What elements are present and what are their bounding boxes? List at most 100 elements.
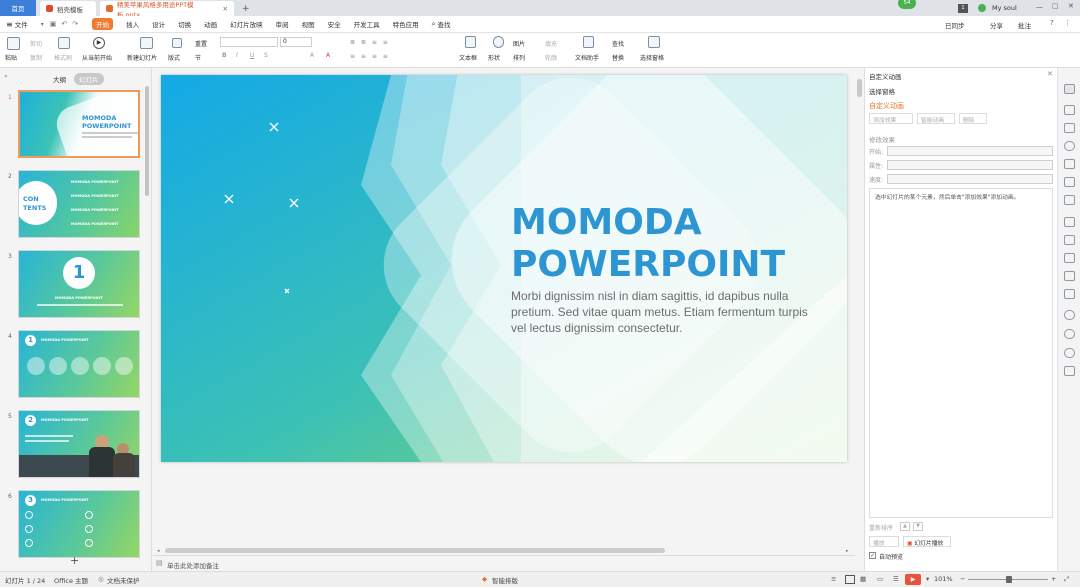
animation-list[interactable]: 选中幻灯片的某个元素，然后单击"添加效果"添加动画。	[869, 188, 1053, 518]
grid-icon[interactable]	[1064, 271, 1075, 281]
zoom-slider-thumb[interactable]	[1006, 576, 1012, 583]
doc-assistant-icon[interactable]	[583, 36, 594, 48]
add-effect-button[interactable]: 添加效果	[869, 113, 913, 124]
chevron-down-icon[interactable]: ▾	[41, 21, 44, 28]
slide-canvas[interactable]: MOMODA POWERPOINT Morbi dignissim nisl i…	[161, 75, 847, 462]
slide-thumbnail-2[interactable]: CON TENTS MOMODA POWERPOINT MOMODA POWER…	[18, 170, 140, 238]
find-button[interactable]: 查找	[612, 39, 624, 48]
menu-item-insert[interactable]: 插入	[126, 19, 139, 29]
chevron-down-icon[interactable]: ▾	[926, 575, 929, 583]
star-icon[interactable]	[1064, 84, 1075, 94]
search-icon[interactable]: ⌕	[432, 20, 436, 29]
layout-button[interactable]: 版式	[168, 53, 180, 62]
export-icon[interactable]	[1064, 253, 1075, 263]
start-select[interactable]	[887, 146, 1053, 156]
image-icon[interactable]	[1064, 177, 1075, 187]
slide-thumbnail-3[interactable]: 1 MOMODA POWERPOINT	[18, 250, 140, 318]
menu-item-transition[interactable]: 切换	[178, 19, 191, 29]
paste-icon[interactable]	[7, 37, 20, 50]
section-button[interactable]: 节	[195, 53, 201, 62]
property-select[interactable]	[887, 160, 1053, 170]
layout-icon[interactable]	[1064, 217, 1075, 227]
more-icon[interactable]: ⋮	[1064, 19, 1071, 27]
notes-placeholder[interactable]: 单击此处添加备注	[167, 560, 219, 570]
smart-animation-button[interactable]: 智能动画	[917, 113, 955, 124]
tab-outline[interactable]: 大纲	[48, 73, 71, 85]
redo-icon[interactable]: ↷	[72, 20, 78, 28]
slide-thumbnail-5[interactable]: 2 MOMODA POWERPOINT	[18, 410, 140, 478]
arrange-button[interactable]: 排列	[513, 53, 525, 62]
menu-item-design[interactable]: 设计	[152, 19, 165, 29]
paste-button[interactable]: 粘贴	[5, 53, 17, 62]
minimize-icon[interactable]: —	[1036, 3, 1043, 11]
shape-button[interactable]: 形状	[488, 53, 500, 62]
speed-select[interactable]	[887, 174, 1053, 184]
select-pane-icon[interactable]	[648, 36, 660, 48]
auto-preview-checkbox[interactable]: ✓	[869, 552, 876, 559]
history-icon[interactable]	[1064, 348, 1075, 358]
textbox-button[interactable]: 文本框	[459, 53, 477, 62]
menu-item-security[interactable]: 安全	[328, 19, 341, 29]
annotate-button[interactable]: 批注	[1018, 20, 1031, 30]
delete-button[interactable]: 删除	[959, 113, 987, 124]
maximize-icon[interactable]: ▢	[1052, 2, 1059, 10]
layout-icon[interactable]	[172, 38, 182, 48]
fit-window-icon[interactable]: ⤢	[1064, 575, 1069, 584]
save-icon[interactable]: ▣	[50, 20, 57, 28]
play-from-current-button[interactable]: 从当前开始	[82, 53, 112, 62]
font-size-select[interactable]: 0	[280, 37, 312, 47]
notes-toggle-icon[interactable]: ≡	[831, 575, 836, 583]
normal-view-icon[interactable]	[845, 575, 855, 584]
settings-icon[interactable]	[1064, 329, 1075, 339]
font-color-icon[interactable]: A	[310, 52, 314, 59]
horizontal-scrollbar[interactable]: ◂ ▸	[153, 546, 855, 555]
menu-item-developer[interactable]: 开发工具	[354, 19, 380, 29]
notes-bar[interactable]: ▤ 单击此处添加备注	[153, 555, 855, 571]
hamburger-icon[interactable]: ≡	[6, 20, 13, 29]
play-icon[interactable]: ▶	[93, 37, 105, 49]
reading-view-icon[interactable]: ▭	[877, 575, 883, 583]
tab-slides[interactable]: 幻灯片	[74, 73, 104, 85]
slide-thumbnail-6[interactable]: 3 MOMODA POWERPOINT	[18, 490, 140, 558]
audio-icon[interactable]	[1064, 310, 1075, 320]
replace-button[interactable]: 替换	[612, 53, 624, 62]
add-slide-button[interactable]: +	[70, 554, 79, 567]
shape-icon[interactable]	[493, 36, 504, 48]
tab-document[interactable]: 精美苹果风格多用途PPT模板.pptx ✕	[100, 1, 234, 19]
highlight-icon[interactable]: A	[326, 52, 330, 59]
menu-file[interactable]: 文件	[15, 19, 28, 29]
menu-item-view[interactable]: 视图	[302, 19, 315, 29]
select-pane-link[interactable]: 选择窗格	[869, 86, 895, 96]
menu-item-features[interactable]: 特色应用	[393, 19, 419, 29]
strikethrough-icon[interactable]: S	[264, 52, 268, 59]
align-icon[interactable]: ≡ ≡ ≡ ≡	[350, 53, 390, 60]
frame-icon[interactable]	[1064, 366, 1075, 376]
play-button[interactable]: 播放	[869, 536, 899, 547]
grid-view-icon[interactable]: ▦	[860, 575, 866, 583]
scroll-thumb[interactable]	[857, 79, 862, 97]
menu-item-review[interactable]: 审阅	[276, 19, 289, 29]
copy-button[interactable]: 复制	[30, 53, 42, 62]
outline-view-icon[interactable]: ☰	[893, 575, 899, 583]
close-tab-icon[interactable]: ✕	[223, 5, 228, 13]
close-pane-icon[interactable]: ✕	[1047, 70, 1053, 78]
vertical-scrollbar[interactable]	[855, 75, 864, 545]
new-slide-button[interactable]: 新建幻灯片	[127, 53, 157, 62]
undo-icon[interactable]: ↶	[61, 20, 67, 28]
textbox-icon[interactable]	[465, 36, 476, 48]
close-icon[interactable]: ✕	[1068, 2, 1074, 10]
cut-button[interactable]: 剪切	[30, 39, 42, 48]
slide-thumbnail-1[interactable]: MOMODA POWERPOINT	[18, 90, 140, 158]
zoom-in-button[interactable]: +	[1051, 575, 1056, 583]
notification-badge[interactable]: 54	[898, 0, 916, 9]
zoom-out-button[interactable]: −	[960, 575, 965, 583]
avatar[interactable]	[978, 4, 986, 12]
copy-icon[interactable]	[1064, 235, 1075, 245]
menu-search[interactable]: 查找	[438, 19, 451, 29]
new-slide-icon[interactable]	[140, 37, 153, 49]
font-family-select[interactable]	[220, 37, 278, 47]
chart-icon[interactable]	[1064, 195, 1075, 205]
slide-title[interactable]: MOMODA POWERPOINT	[511, 202, 785, 286]
format-painter-button[interactable]: 格式刷	[54, 53, 72, 62]
scroll-thumb[interactable]	[165, 548, 665, 553]
